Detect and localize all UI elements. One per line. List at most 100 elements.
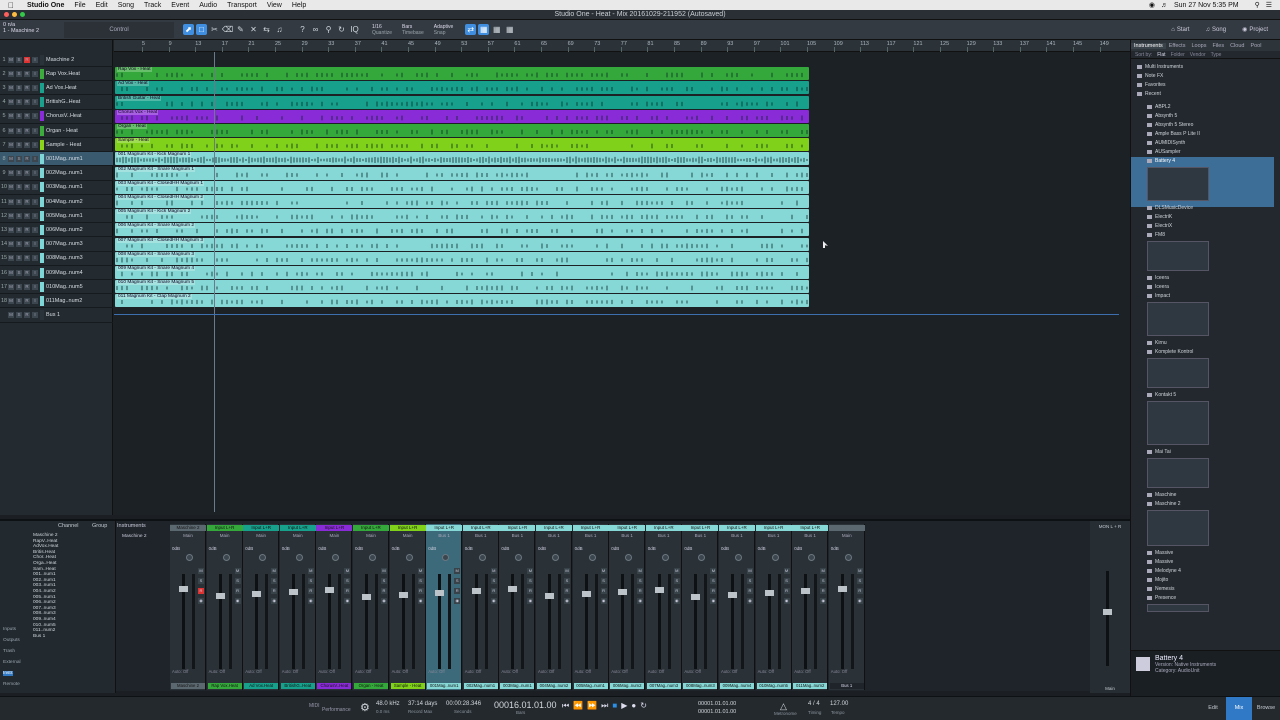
track-header[interactable]: 11 M S R I 004Mag..num2 [0,195,113,209]
mute-button[interactable]: M [8,297,14,304]
strip-gain[interactable]: 0dB [172,546,180,551]
mute-button[interactable]: M [564,568,570,574]
solo-button[interactable]: S [234,578,241,584]
plugin-item[interactable]: FM8 [1147,232,1165,238]
fader-cap[interactable] [691,594,701,600]
go-to-end-icon[interactable]: ⏭ [601,701,608,711]
plugin-item[interactable]: Massive [1147,550,1173,556]
pan-knob[interactable] [552,554,559,561]
plugin-item[interactable]: Iceera [1147,275,1169,281]
strip-input[interactable]: Input L+R [243,525,280,531]
mute-button[interactable]: M [600,568,607,574]
monitor-button[interactable]: I [32,99,38,106]
audio-clip[interactable]: 011 Magnum Kit - Clap Magnum 2 [115,294,809,308]
mute-button[interactable]: M [8,241,14,248]
record-button[interactable]: R [417,588,424,594]
track-header[interactable]: 17 M S R I 010Mag..num5 [0,280,113,295]
mixer-list-item[interactable]: 010..num5 [33,623,56,628]
mute-button[interactable]: M [637,568,644,574]
strip-gain[interactable]: 0dB [318,546,326,551]
arrow-tool-icon[interactable]: ⬈ [183,24,194,35]
snap-setting[interactable]: Adaptive Snap [434,24,453,36]
solo-button[interactable]: S [16,56,22,63]
strip-output[interactable]: Bus 1 [426,533,462,539]
record-button[interactable]: R [564,588,570,594]
track-header[interactable]: 12 M S R I 005Mag..num1 [0,209,113,224]
mixer-list-item[interactable]: 005..num1 [33,595,56,600]
mixer-list-item[interactable]: Chor..Heat [33,555,56,560]
strip-input[interactable]: Input L+R [279,525,316,531]
strip-input[interactable]: Input L+R [572,525,609,531]
strip-input[interactable]: Input L+R [462,525,499,531]
strip-input[interactable]: Input L+R [206,525,243,531]
audio-clip[interactable]: 010 Magnum Kit - Snare Magnum 5 [115,280,809,294]
monitor-button[interactable]: ◉ [783,598,790,604]
instrument-item[interactable]: Maschine 2 [117,534,167,539]
record-button[interactable]: R [381,588,387,594]
mixer-list-item[interactable]: Sam..Heat [33,567,56,572]
monitor-button[interactable]: I [32,184,38,191]
monitor-button[interactable]: ◉ [490,598,497,604]
stop-icon[interactable]: ■ [612,701,617,711]
record-button[interactable]: R [24,127,30,134]
playhead[interactable] [214,52,215,512]
mute-button[interactable]: M [8,70,14,77]
monitor-button[interactable]: I [32,269,38,276]
menu-file[interactable]: File [69,2,90,9]
mute-button[interactable]: M [8,226,14,233]
mute-button[interactable]: M [673,568,680,574]
paint-tool-icon[interactable]: ✎ [235,24,246,35]
fader-cap[interactable] [398,592,408,598]
mute-button[interactable]: M [234,568,241,574]
solo-button[interactable]: S [16,155,22,162]
track-name[interactable]: 002Mag..num1 [46,170,113,176]
browser-sort-4[interactable]: Type [1211,52,1222,58]
record-button[interactable]: R [24,170,30,177]
pan-knob[interactable] [186,554,193,561]
fader-cap[interactable] [435,590,445,596]
solo-button[interactable]: S [307,578,314,584]
play-icon[interactable]: ▶ [621,701,627,711]
plugin-item[interactable]: Kirnu [1147,340,1167,346]
solo-button[interactable]: S [564,578,570,584]
range-tool-icon[interactable]: □ [196,24,207,35]
fader-cap[interactable] [654,587,664,593]
volume-fader[interactable] [584,574,588,669]
strip-output[interactable]: Bus 1 [573,533,609,539]
monitor-button[interactable]: I [32,70,38,77]
start-page-button[interactable]: ⌂ Start [1165,23,1195,37]
seconds-display[interactable]: 00:00:28.346 [446,701,481,707]
solo-button[interactable]: S [381,578,387,584]
pan-knob[interactable] [222,554,230,561]
fader-cap[interactable] [288,589,298,595]
plugin-item[interactable]: Kontakt 5 [1147,392,1176,398]
pan-knob[interactable] [478,554,486,561]
menu-event[interactable]: Event [166,2,194,9]
mute-button[interactable]: M [8,141,14,148]
monitor-button[interactable]: ◉ [454,598,461,604]
eraser-tool-icon[interactable]: ⌫ [222,24,233,35]
solo-button[interactable]: S [16,70,22,77]
mute-button[interactable]: M [417,568,424,574]
monitor-button[interactable]: I [32,56,38,63]
plugin-item[interactable]: Iceera [1147,284,1169,290]
browser-tab-pool[interactable]: Pool [1247,43,1264,49]
menu-view[interactable]: View [262,2,287,9]
mute-button[interactable]: M [8,283,14,290]
record-button[interactable]: R [24,155,30,162]
mute-button[interactable]: M [8,155,14,162]
track-name[interactable]: Sample - Heat [46,142,113,148]
monitor-button[interactable]: I [32,241,38,248]
plugin-item[interactable]: Impact [1147,293,1170,299]
instruments-tab[interactable]: Instruments [117,523,167,529]
track-header[interactable]: 2 M S R I Rap Vox.Heat [0,67,113,82]
browser-sort-1[interactable]: Flat [1157,52,1165,58]
browser-sort-3[interactable]: Vendor [1190,52,1206,58]
solo-button[interactable]: S [16,269,22,276]
pan-knob[interactable] [332,554,340,561]
record-button[interactable]: R [490,588,497,594]
mixer-side-outputs[interactable]: Outputs [3,638,20,643]
mute-button[interactable]: M [8,269,14,276]
automation-mode[interactable]: Auto: Off [318,669,334,674]
plugin-item[interactable]: Mojito [1147,577,1168,583]
